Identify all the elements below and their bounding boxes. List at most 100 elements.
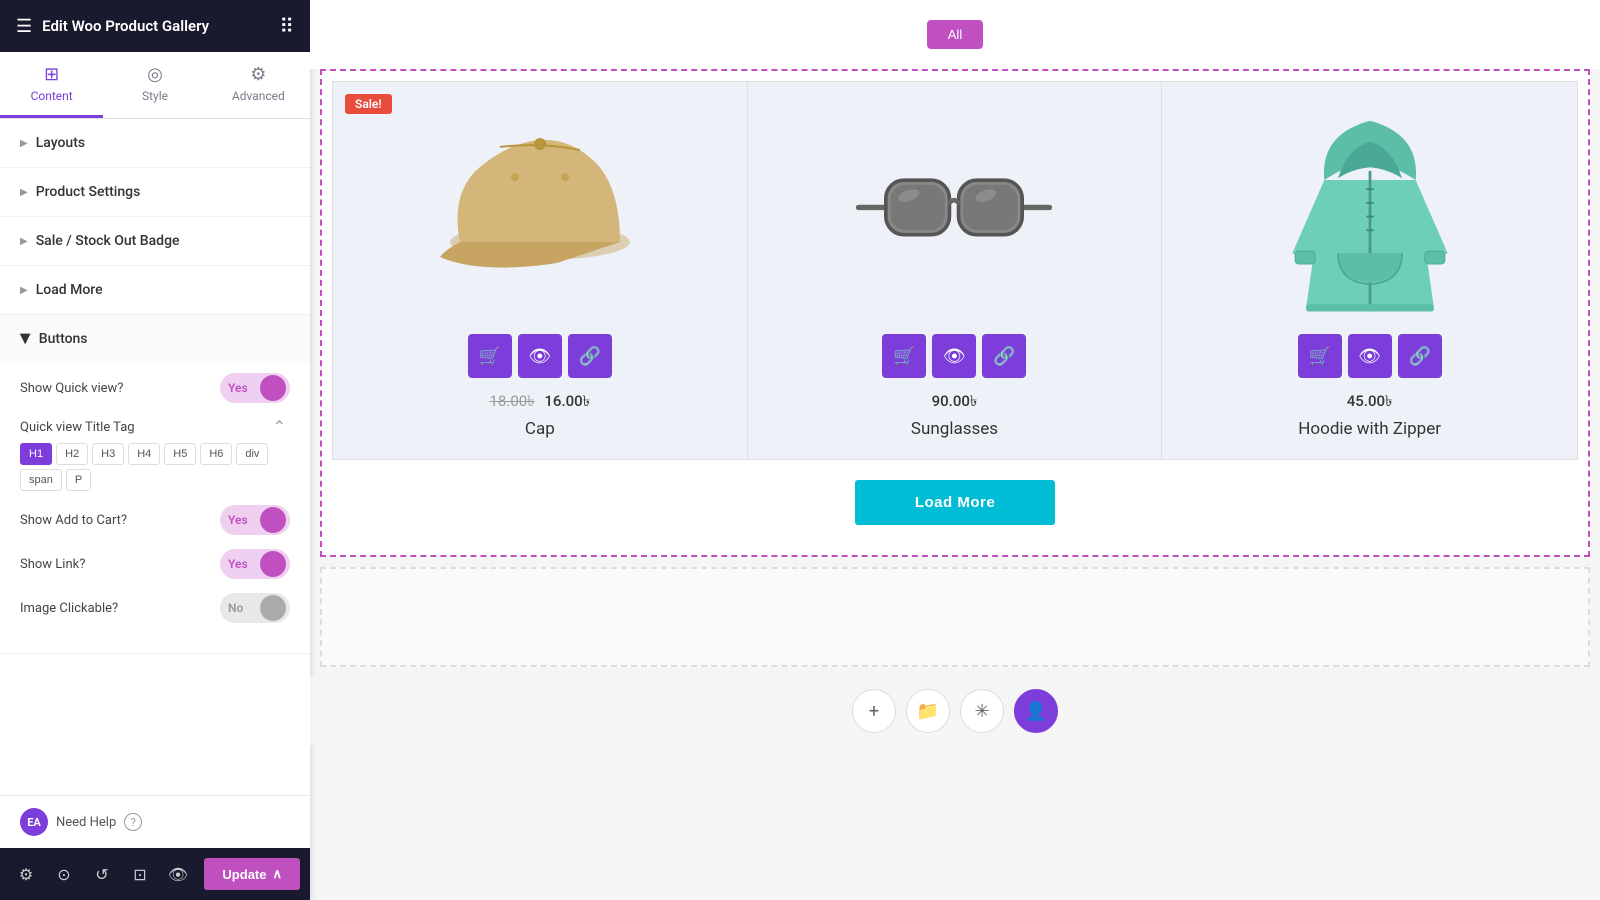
cap-actions: 🛒 👁 🔗 (468, 334, 612, 378)
tag-btn-h6[interactable]: H6 (200, 443, 232, 465)
section-layouts[interactable]: ▶ Layouts (0, 119, 310, 168)
canvas-person-btn[interactable]: 👤 (1014, 689, 1058, 733)
show-quick-view-label: Show Quick view? (20, 381, 123, 396)
section-product-settings[interactable]: ▶ Product Settings (0, 168, 310, 217)
sunglasses-actions: 🛒 👁 🔗 (882, 334, 1026, 378)
canvas-folder-btn[interactable]: 📁 (906, 689, 950, 733)
quick-view-toggle-label: Yes (228, 381, 248, 395)
cap-link-btn[interactable]: 🔗 (568, 334, 612, 378)
sunglasses-name: Sunglasses (911, 419, 998, 439)
hoodie-actions: 🛒 👁 🔗 (1298, 334, 1442, 378)
ea-badge: EA (20, 808, 48, 836)
layers-tool-btn[interactable]: ⊙ (48, 858, 80, 890)
tab-advanced[interactable]: ⚙ Advanced (207, 52, 310, 118)
preview-tool-btn[interactable]: 👁 (162, 858, 194, 890)
sunglasses-cart-btn[interactable]: 🛒 (882, 334, 926, 378)
link-toggle-switch[interactable] (260, 551, 286, 577)
cap-eye-btn[interactable]: 👁 (518, 334, 562, 378)
title-tag-collapse-btn[interactable]: ⌃ (269, 417, 290, 437)
sunglasses-svg (854, 152, 1054, 272)
update-button[interactable]: Update ∧ (204, 858, 300, 890)
load-more-button[interactable]: Load More (855, 480, 1055, 525)
section-load-more[interactable]: ▶ Load More (0, 266, 310, 315)
history-tool-btn[interactable]: ↺ (86, 858, 118, 890)
cap-price-old: 18.00৳ (490, 392, 535, 410)
link-toggle-label: Yes (228, 557, 248, 571)
bottom-toolbar: ⚙ ⊙ ↺ ⊡ 👁 Update ∧ (0, 848, 310, 900)
sunglasses-eye-btn[interactable]: 👁 (932, 334, 976, 378)
panel-header-left: ☰ Edit Woo Product Gallery (16, 16, 209, 37)
canvas-asterisk-btn[interactable]: ✳ (960, 689, 1004, 733)
hamburger-icon[interactable]: ☰ (16, 16, 32, 37)
product-card-cap: Sale! (333, 82, 748, 459)
buttons-chevron: ▶ (17, 334, 33, 345)
tag-buttons-row: H1 H2 H3 H4 H5 H6 div span P (20, 443, 290, 491)
products-section: Sale! (320, 69, 1590, 557)
buttons-header[interactable]: ▶ Buttons (0, 315, 310, 363)
add-to-cart-toggle-switch[interactable] (260, 507, 286, 533)
tab-content[interactable]: ⊞ Content (0, 52, 103, 118)
show-add-to-cart-row: Show Add to Cart? Yes (20, 505, 290, 535)
hoodie-price-value: 45.00৳ (1347, 392, 1393, 410)
hoodie-cart-btn[interactable]: 🛒 (1298, 334, 1342, 378)
panel-content: ▶ Layouts ▶ Product Settings ▶ Sale / St… (0, 119, 310, 795)
panel-title: Edit Woo Product Gallery (42, 17, 209, 35)
tag-btn-p[interactable]: P (66, 469, 91, 491)
buttons-content: Show Quick view? Yes Quick view Title Ta… (0, 363, 310, 653)
canvas-add-btn[interactable]: + (852, 689, 896, 733)
add-to-cart-toggle-label: Yes (228, 513, 248, 527)
grid-dots-icon[interactable]: ⠿ (279, 14, 294, 38)
product-image-hoodie (1182, 102, 1557, 322)
sunglasses-price-value: 90.00৳ (932, 392, 978, 410)
settings-tool-btn[interactable]: ⚙ (10, 858, 42, 890)
show-add-to-cart-toggle[interactable]: Yes (220, 505, 290, 535)
tag-btn-h4[interactable]: H4 (128, 443, 160, 465)
layouts-chevron: ▶ (20, 138, 28, 149)
show-link-row: Show Link? Yes (20, 549, 290, 579)
product-settings-chevron: ▶ (20, 187, 28, 198)
hoodie-link-btn[interactable]: 🔗 (1398, 334, 1442, 378)
hoodie-svg (1280, 107, 1460, 317)
products-grid: Sale! (332, 81, 1578, 460)
hoodie-eye-btn[interactable]: 👁 (1348, 334, 1392, 378)
tag-btn-h2[interactable]: H2 (56, 443, 88, 465)
tag-btn-h1[interactable]: H1 (20, 443, 52, 465)
tab-style[interactable]: ◎ Style (103, 52, 206, 118)
image-clickable-toggle-switch[interactable] (260, 595, 286, 621)
show-link-toggle[interactable]: Yes (220, 549, 290, 579)
cap-cart-btn[interactable]: 🛒 (468, 334, 512, 378)
sunglasses-link-btn[interactable]: 🔗 (982, 334, 1026, 378)
filter-bar: All (310, 0, 1600, 69)
product-card-hoodie: 🛒 👁 🔗 45.00৳ Hoodie with Zipper (1162, 82, 1577, 459)
cap-svg (440, 122, 640, 302)
show-quick-view-row: Show Quick view? Yes (20, 373, 290, 403)
tag-btn-h5[interactable]: H5 (164, 443, 196, 465)
product-image-sunglasses (768, 102, 1142, 322)
cap-name: Cap (525, 419, 555, 439)
section-sale-badge[interactable]: ▶ Sale / Stock Out Badge (0, 217, 310, 266)
cap-price: 18.00৳ 16.00৳ (490, 390, 591, 415)
sunglasses-price: 90.00৳ (932, 390, 978, 415)
cap-price-new: 16.00৳ (544, 392, 590, 410)
content-tab-icon: ⊞ (44, 64, 59, 85)
image-clickable-row: Image Clickable? No (20, 593, 290, 623)
right-area: All Sale! (310, 0, 1600, 900)
tag-btn-span[interactable]: span (20, 469, 62, 491)
quick-view-toggle-switch[interactable] (260, 375, 286, 401)
main-canvas: All Sale! (310, 0, 1600, 900)
need-help-label: Need Help (56, 815, 116, 830)
load-more-chevron: ▶ (20, 285, 28, 296)
tag-btn-h3[interactable]: H3 (92, 443, 124, 465)
sale-badge-cap: Sale! (345, 94, 392, 114)
style-tab-icon: ◎ (147, 64, 163, 85)
panel-header: ☰ Edit Woo Product Gallery ⠿ (0, 0, 310, 52)
show-quick-view-toggle[interactable]: Yes (220, 373, 290, 403)
responsive-tool-btn[interactable]: ⊡ (124, 858, 156, 890)
help-question-icon[interactable]: ? (124, 813, 142, 831)
show-link-label: Show Link? (20, 557, 85, 572)
hoodie-name: Hoodie with Zipper (1298, 419, 1441, 439)
filter-all-btn[interactable]: All (927, 20, 983, 49)
tag-btn-div[interactable]: div (236, 443, 268, 465)
image-clickable-toggle[interactable]: No (220, 593, 290, 623)
image-clickable-label: Image Clickable? (20, 601, 118, 616)
